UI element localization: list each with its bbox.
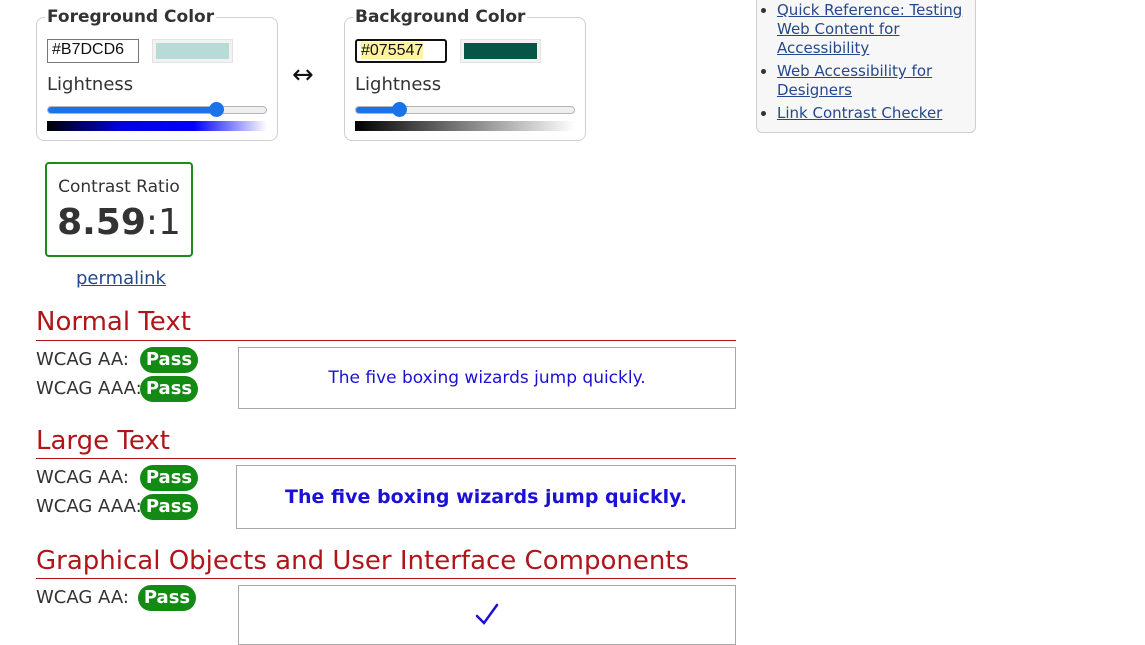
background-color-fieldset: Background Color #075547 Lightness bbox=[344, 7, 586, 141]
graphical-objects-sample bbox=[238, 585, 736, 645]
related-links-list: Quick Reference: Testing Web Content for… bbox=[757, 1, 967, 127]
background-slider-thumb[interactable] bbox=[392, 102, 407, 117]
foreground-lightness-label: Lightness bbox=[47, 74, 134, 95]
graphical-wcag-aa-label: WCAG AA: bbox=[36, 587, 129, 608]
related-link-item: Web Accessibility for Designers bbox=[777, 62, 967, 100]
background-swatch-fill bbox=[464, 43, 537, 59]
foreground-slider-fill bbox=[48, 107, 216, 113]
foreground-hex-input[interactable]: #B7DCD6 bbox=[47, 39, 139, 63]
normal-wcag-aaa-label: WCAG AAA: bbox=[36, 378, 142, 399]
contrast-ratio-value: 8.59:1 bbox=[47, 203, 191, 243]
contrast-ratio-label: Contrast Ratio bbox=[58, 177, 180, 197]
large-text-sample: The five boxing wizards jump quickly. bbox=[236, 465, 736, 529]
foreground-lightness-gradient bbox=[47, 121, 267, 131]
foreground-color-swatch[interactable] bbox=[152, 39, 233, 63]
swap-colors-icon[interactable]: ↔ bbox=[292, 62, 314, 88]
graphical-objects-heading: Graphical Objects and User Interface Com… bbox=[36, 546, 690, 576]
background-lightness-slider[interactable] bbox=[355, 106, 575, 114]
large-text-heading: Large Text bbox=[36, 426, 170, 456]
large-wcag-aa-label: WCAG AA: bbox=[36, 467, 129, 488]
quick-reference-link[interactable]: Quick Reference: Testing Web Content for… bbox=[777, 1, 962, 57]
background-hex-input[interactable]: #075547 bbox=[355, 39, 447, 63]
contrast-ratio-number: 8.59 bbox=[57, 202, 146, 243]
normal-wcag-aa-label: WCAG AA: bbox=[36, 349, 129, 370]
link-contrast-checker-link[interactable]: Link Contrast Checker bbox=[777, 104, 942, 122]
background-color-swatch[interactable] bbox=[460, 39, 541, 63]
web-accessibility-designers-link[interactable]: Web Accessibility for Designers bbox=[777, 62, 932, 99]
normal-text-sample: The five boxing wizards jump quickly. bbox=[238, 347, 736, 409]
permalink-link[interactable]: permalink bbox=[76, 268, 166, 290]
large-wcag-aaa-label: WCAG AAA: bbox=[36, 496, 142, 517]
background-lightness-gradient bbox=[355, 121, 575, 131]
background-hex-value: #075547 bbox=[361, 42, 424, 59]
normal-text-heading: Normal Text bbox=[36, 307, 191, 337]
check-icon bbox=[475, 603, 499, 625]
background-color-legend: Background Color bbox=[353, 7, 528, 27]
related-links-sidebar: Quick Reference: Testing Web Content for… bbox=[756, 0, 976, 133]
large-text-divider bbox=[36, 458, 736, 459]
foreground-color-legend: Foreground Color bbox=[45, 7, 217, 27]
normal-sample-text: The five boxing wizards jump quickly. bbox=[328, 368, 646, 388]
contrast-ratio-suffix: :1 bbox=[145, 202, 181, 243]
large-wcag-aaa-badge: Pass bbox=[140, 494, 198, 520]
graphical-wcag-aa-badge: Pass bbox=[138, 585, 196, 611]
large-wcag-aa-badge: Pass bbox=[140, 465, 198, 491]
foreground-color-fieldset: Foreground Color #B7DCD6 Lightness bbox=[36, 7, 278, 141]
foreground-slider-thumb[interactable] bbox=[209, 102, 224, 117]
normal-wcag-aa-badge: Pass bbox=[140, 347, 198, 373]
normal-wcag-aaa-badge: Pass bbox=[140, 376, 198, 402]
foreground-swatch-fill bbox=[156, 43, 229, 59]
related-link-item: Quick Reference: Testing Web Content for… bbox=[777, 1, 967, 58]
foreground-lightness-slider[interactable] bbox=[47, 106, 267, 114]
background-lightness-label: Lightness bbox=[355, 74, 442, 95]
graphical-objects-divider bbox=[36, 578, 736, 579]
normal-text-divider bbox=[36, 340, 736, 341]
large-sample-text: The five boxing wizards jump quickly. bbox=[285, 486, 687, 508]
contrast-ratio-box: Contrast Ratio 8.59:1 bbox=[45, 162, 193, 257]
related-link-item: Link Contrast Checker bbox=[777, 104, 967, 123]
